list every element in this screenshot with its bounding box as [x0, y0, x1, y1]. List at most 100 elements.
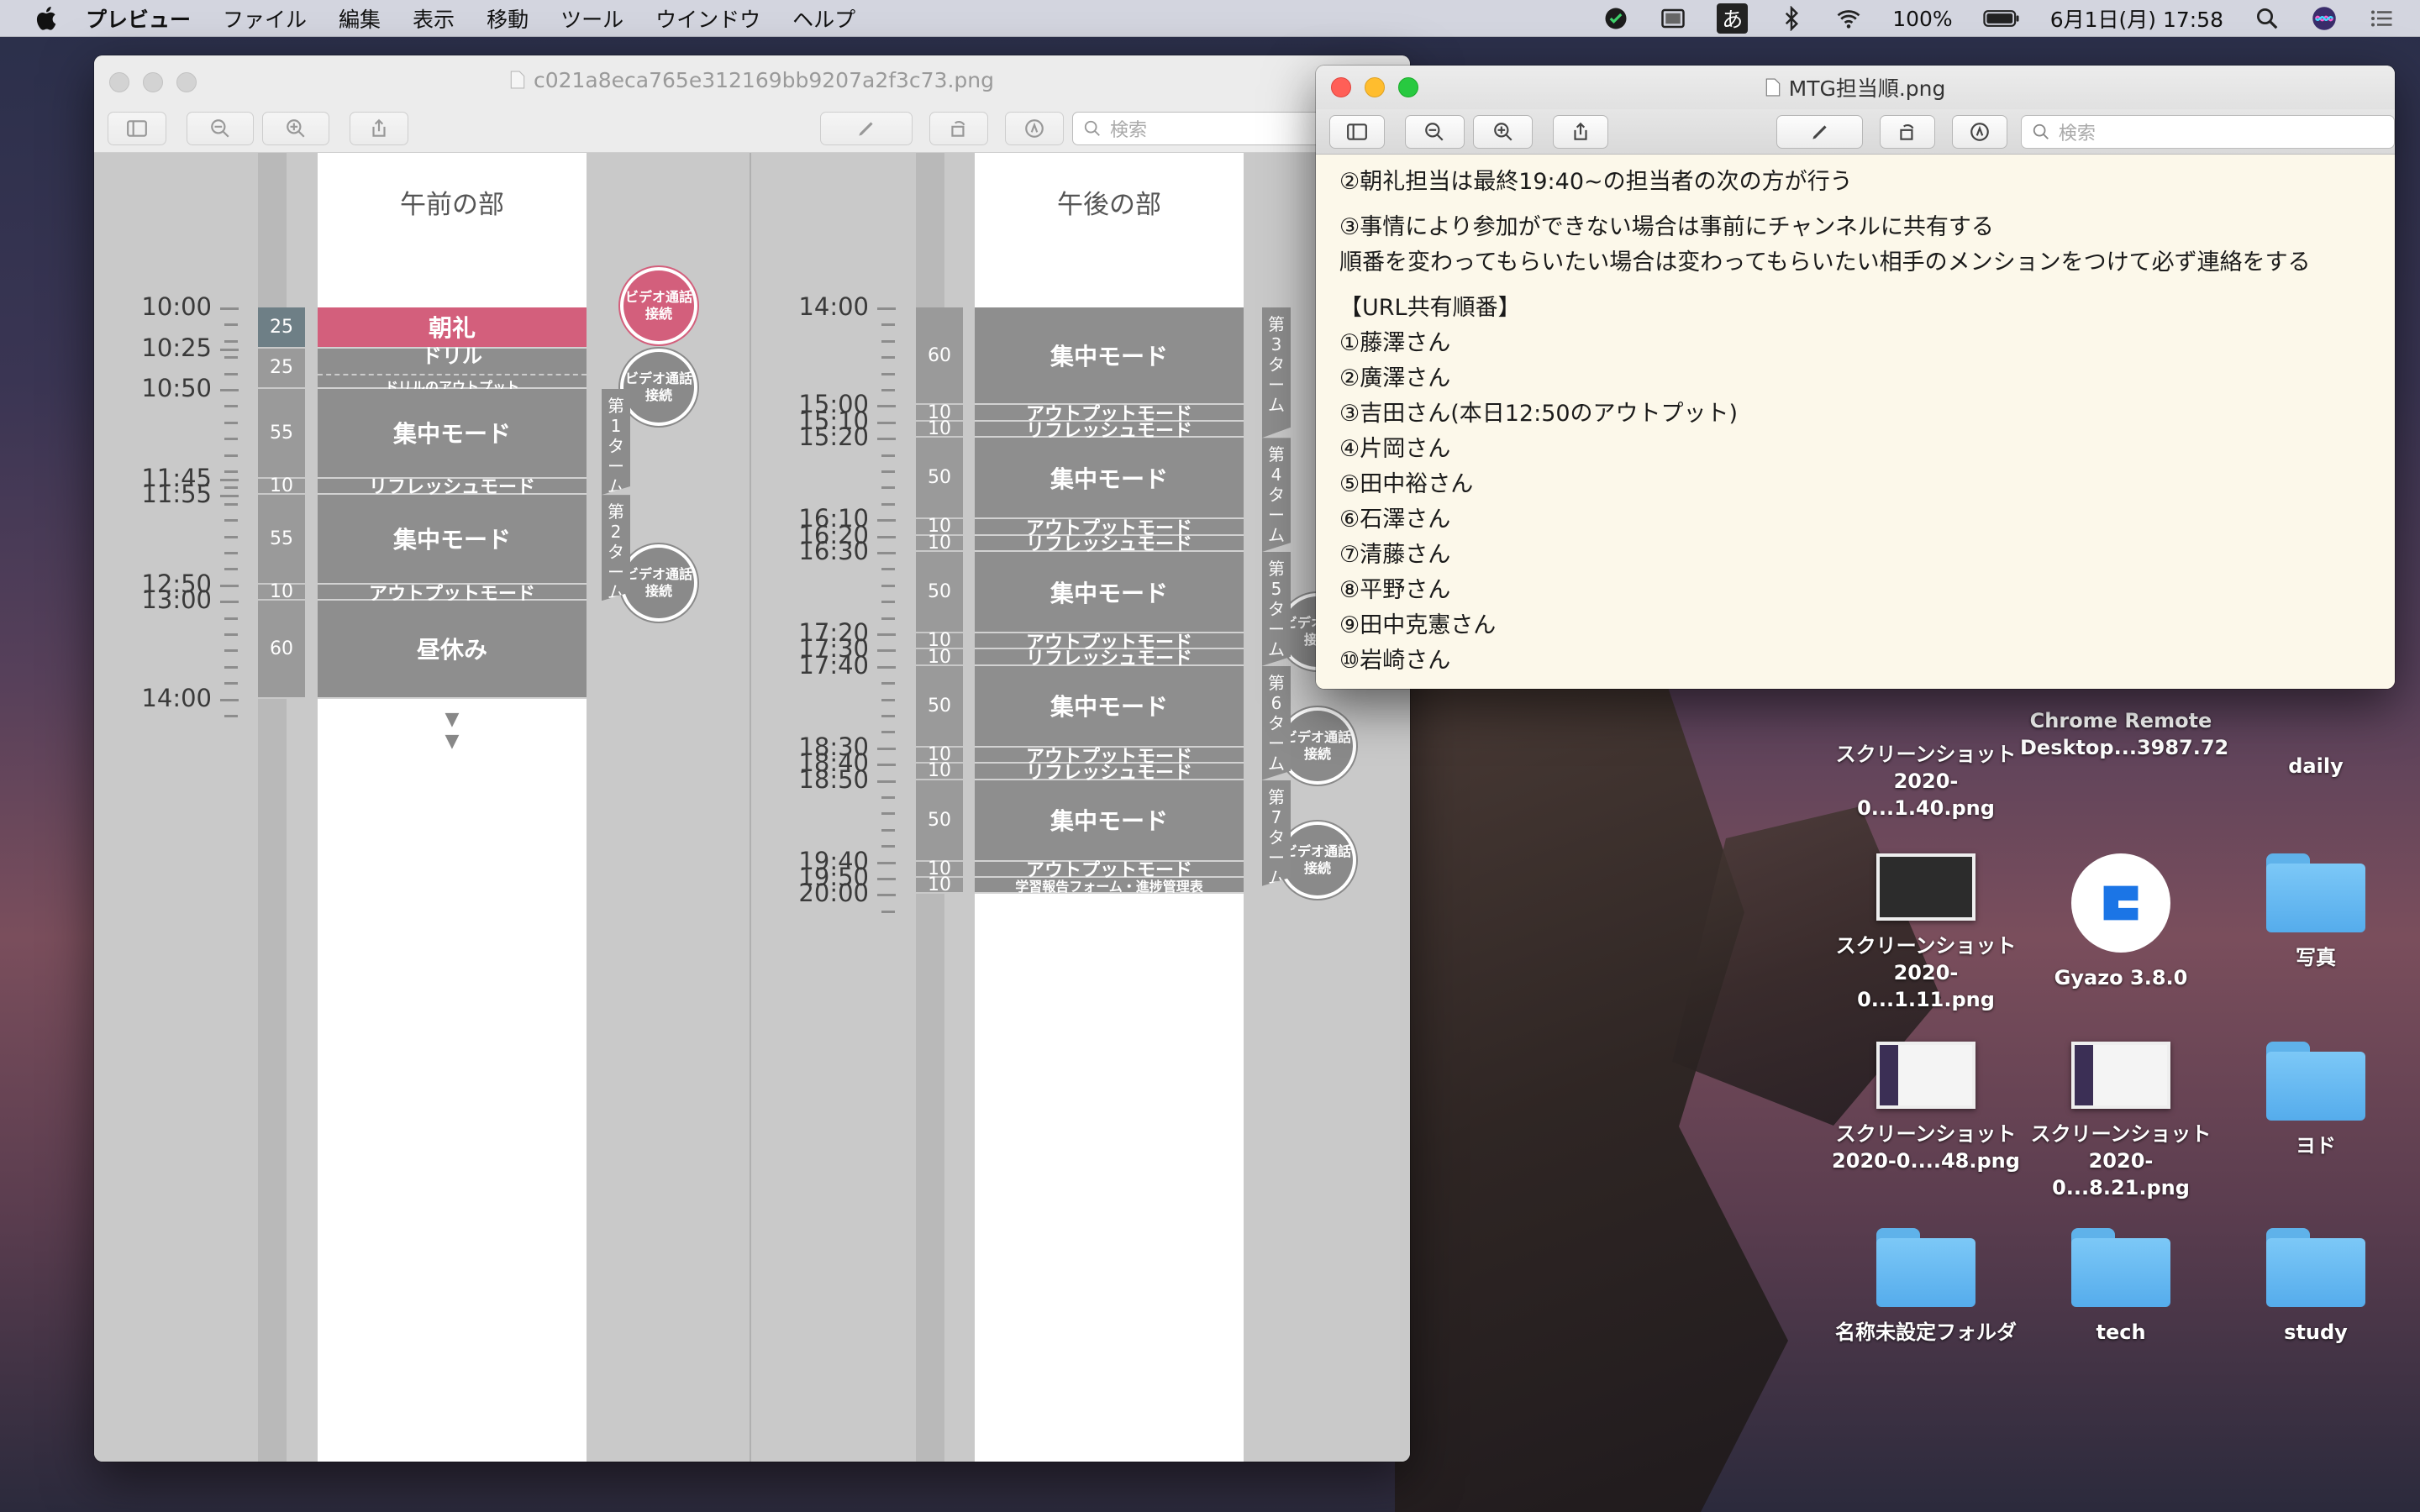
menu-window[interactable]: ウインドウ	[655, 3, 760, 34]
input-method-indicator[interactable]: あ	[1717, 3, 1749, 34]
zoom-in-icon	[287, 118, 305, 138]
rotate-button[interactable]	[1880, 114, 1936, 149]
note-line: ④片岡さん	[1339, 436, 1451, 462]
afternoon-duration: 10	[916, 418, 963, 439]
zoom-in-button[interactable]	[262, 111, 329, 145]
close-button[interactable]	[109, 72, 129, 92]
time-tick-major	[877, 405, 896, 408]
morning-duration: 55	[258, 389, 305, 479]
menu-edit[interactable]: 編集	[339, 3, 381, 34]
desktop-icon[interactable]: スクリーンショット 2020-0...8.21.png	[2020, 1042, 2222, 1201]
wifi-icon[interactable]	[1835, 6, 1862, 31]
time-tick	[881, 568, 895, 571]
title-bar[interactable]: c021a8eca765e312169bb9207a2f3c73.png	[94, 55, 1410, 104]
search-field[interactable]: 検索	[2020, 114, 2395, 149]
desktop-icon-label: study	[2284, 1320, 2348, 1344]
share-button[interactable]	[1553, 114, 1609, 149]
desktop-icon[interactable]: 写真	[2215, 853, 2417, 971]
afternoon-block: リフレッシュモード	[975, 421, 1244, 442]
time-tick	[881, 731, 895, 734]
time-tick-major	[220, 478, 239, 481]
time-tick	[881, 486, 895, 490]
sidebar-toggle-button[interactable]	[108, 111, 166, 145]
clock[interactable]: 6月1日(月) 17:58	[2050, 3, 2223, 34]
markup-button[interactable]	[1952, 114, 2007, 149]
zoom-out-icon	[1425, 122, 1444, 141]
markup-pen-button[interactable]	[820, 111, 913, 145]
desktop-icon[interactable]: tech	[2020, 1228, 2222, 1346]
menu-app-name[interactable]: プレビュー	[86, 3, 191, 34]
screenshot-thumbnail-icon	[2071, 1042, 2170, 1109]
window-title: c021a8eca765e312169bb9207a2f3c73.png	[533, 67, 995, 92]
desktop-icon-label: スクリーンショット 2020-0...1.40.png	[1835, 743, 2017, 820]
siri-icon[interactable]	[2311, 6, 2338, 31]
afternoon-block: 集中モード	[975, 307, 1244, 406]
display-icon[interactable]	[1660, 6, 1686, 31]
minimize-button[interactable]	[1365, 77, 1385, 97]
rotate-icon	[951, 120, 965, 137]
time-tick	[881, 845, 895, 848]
desktop-icon[interactable]: スクリーンショット 2020-0...1.11.png	[1825, 853, 2027, 1013]
desktop-icon[interactable]: ヨド	[2215, 1042, 2417, 1159]
menu-tools[interactable]: ツール	[560, 3, 623, 34]
markup-icon	[1025, 118, 1044, 138]
folder-icon	[2266, 853, 2365, 932]
morning-duration: 10	[258, 581, 305, 602]
close-button[interactable]	[1331, 77, 1351, 97]
title-bar[interactable]: MTG担当順.png	[1316, 66, 2395, 109]
notification-center-icon[interactable]	[2368, 6, 2395, 31]
zoom-out-button[interactable]	[1404, 114, 1465, 149]
time-tick-major	[877, 307, 896, 310]
morning-time-label: 10:50	[141, 374, 212, 402]
desktop-icon[interactable]: Gyazo 3.8.0	[2020, 853, 2222, 991]
desktop-icon[interactable]: 名称未設定フォルダ	[1825, 1228, 2027, 1346]
zoom-in-button[interactable]	[1473, 114, 1534, 149]
time-tick-major	[877, 747, 896, 750]
time-tick-major	[877, 764, 896, 767]
zoom-out-button[interactable]	[187, 111, 254, 145]
zoom-button[interactable]	[1398, 77, 1418, 97]
spotlight-search-icon[interactable]	[2254, 6, 2281, 31]
desktop-icon[interactable]: study	[2215, 1228, 2417, 1346]
sidebar-toggle-button[interactable]	[1329, 114, 1385, 149]
zoom-button[interactable]	[176, 72, 197, 92]
afternoon-duration: 10	[916, 874, 963, 895]
share-button[interactable]	[350, 111, 408, 145]
time-tick	[881, 812, 895, 816]
menu-view[interactable]: 表示	[413, 3, 455, 34]
morning-header: 午前の部	[400, 190, 504, 220]
markup-pen-button[interactable]	[1776, 114, 1864, 149]
markup-icon	[1970, 122, 1989, 141]
screenshot-thumbnail-icon	[1876, 1042, 1975, 1109]
video-call-bubble[interactable]: ビデオ通話接続	[620, 349, 697, 426]
time-tick	[224, 339, 238, 343]
battery-icon[interactable]	[1983, 9, 2020, 28]
time-tick-major	[877, 894, 896, 897]
bluetooth-icon[interactable]	[1778, 6, 1805, 31]
video-call-bubble[interactable]: ビデオ通話接続	[620, 267, 697, 344]
time-tick	[224, 682, 238, 685]
menu-file[interactable]: ファイル	[223, 3, 307, 34]
video-call-bubble[interactable]: ビデオ通話接続	[620, 543, 697, 622]
menu-help[interactable]: ヘルプ	[792, 3, 855, 34]
note-line: ⑧平野さん	[1339, 577, 1451, 603]
desktop-icon[interactable]: スクリーンショット 2020-0....48.png	[1825, 1042, 2027, 1174]
minimize-button[interactable]	[143, 72, 163, 92]
pen-icon	[1812, 124, 1827, 139]
time-tick-major	[877, 519, 896, 522]
time-tick	[881, 796, 895, 799]
app-status-icon[interactable]	[1602, 6, 1629, 31]
menu-go[interactable]: 移動	[487, 3, 529, 34]
apple-icon[interactable]	[32, 3, 62, 34]
rotate-button[interactable]	[929, 111, 988, 145]
search-placeholder: 検索	[1110, 119, 1148, 141]
desktop-icon-label: スクリーンショット 2020-0...1.11.png	[1835, 934, 2017, 1011]
markup-button[interactable]	[1005, 111, 1064, 145]
column-divider	[750, 153, 751, 1462]
note-line: ⑩岩崎さん	[1339, 648, 1451, 674]
afternoon-block: リフレッシュモード	[975, 763, 1244, 784]
morning-block: 昼休み	[318, 601, 587, 699]
zoom-in-icon	[1493, 122, 1512, 141]
sidebar-icon	[1346, 123, 1367, 140]
morning-time-label: 11:55	[141, 480, 212, 509]
